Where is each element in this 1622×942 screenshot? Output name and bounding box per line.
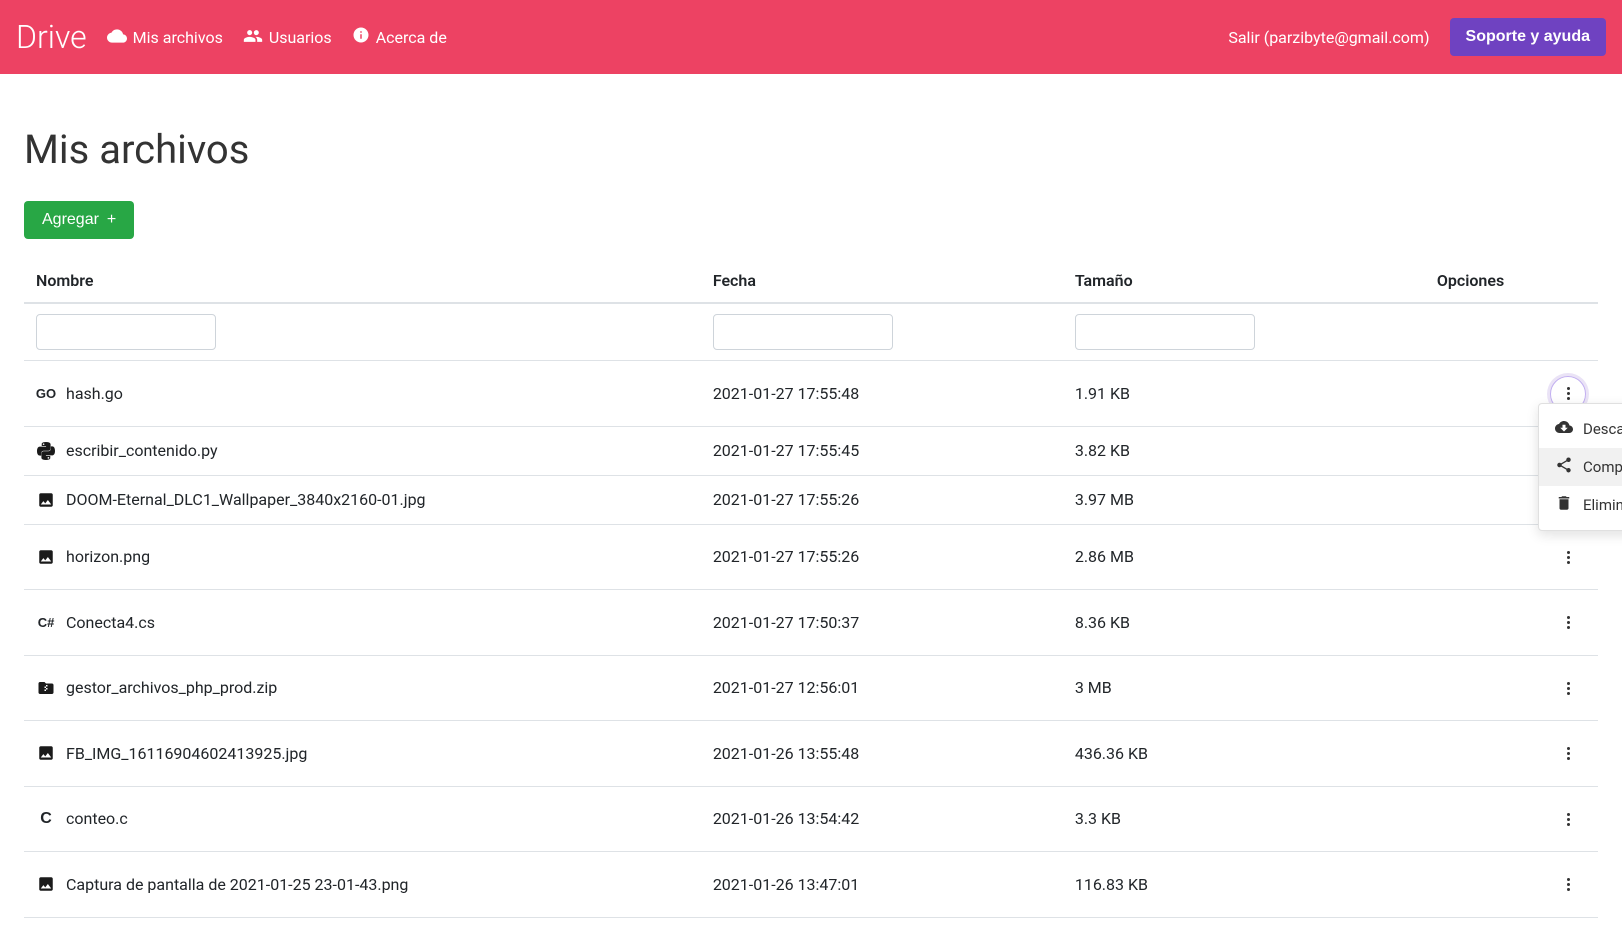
logout-email: (parzibyte@gmail.com) bbox=[1264, 28, 1430, 47]
filter-row bbox=[24, 303, 1598, 361]
dropdown-download-label: Descargar bbox=[1583, 420, 1622, 438]
page-title: Mis archivos bbox=[24, 126, 1598, 173]
nav-links: Mis archivos Usuarios Acerca de bbox=[107, 26, 1229, 48]
vertical-dots-icon bbox=[1567, 682, 1570, 695]
vertical-dots-icon bbox=[1567, 616, 1570, 629]
nav-about[interactable]: Acerca de bbox=[352, 26, 447, 48]
file-name[interactable]: hash.go bbox=[66, 384, 123, 403]
main-container: Mis archivos Agregar + Nombre Fecha Tama… bbox=[0, 74, 1622, 942]
download-icon bbox=[1555, 418, 1573, 440]
trash-icon bbox=[1555, 494, 1573, 516]
file-name[interactable]: escribir_contenido.py bbox=[66, 441, 218, 460]
table-row: escribir_contenido.py 2021-01-27 17:55:4… bbox=[24, 426, 1598, 475]
dropdown-delete-label: Eliminar bbox=[1583, 496, 1622, 514]
file-size: 2.86 MB bbox=[1063, 524, 1425, 590]
file-size: 3.82 KB bbox=[1063, 426, 1425, 475]
file-size: 116.83 KB bbox=[1063, 852, 1425, 918]
filter-size-input[interactable] bbox=[1075, 314, 1255, 350]
nav-about-label: Acerca de bbox=[376, 28, 447, 47]
vertical-dots-icon bbox=[1567, 813, 1570, 826]
table-row: C conteo.c 2021-01-26 13:54:42 3.3 KB bbox=[24, 786, 1598, 852]
nav-my-files[interactable]: Mis archivos bbox=[107, 28, 223, 47]
dropdown-download[interactable]: Descargar bbox=[1539, 410, 1622, 448]
python-icon bbox=[36, 441, 56, 461]
vertical-dots-icon bbox=[1567, 387, 1570, 400]
table-row: Captura de pantalla de 2021-01-25 23-01-… bbox=[24, 852, 1598, 918]
support-button[interactable]: Soporte y ayuda bbox=[1450, 18, 1606, 56]
file-size: 436.36 KB bbox=[1063, 721, 1425, 787]
csharp-icon: C# bbox=[36, 612, 56, 632]
column-header-name: Nombre bbox=[24, 259, 701, 303]
files-table: Nombre Fecha Tamaño Opciones GO hash.go bbox=[24, 259, 1598, 918]
table-row: C# Conecta4.cs 2021-01-27 17:50:37 8.36 … bbox=[24, 590, 1598, 656]
filter-name-input[interactable] bbox=[36, 314, 216, 350]
column-header-size: Tamaño bbox=[1063, 259, 1425, 303]
table-row: gestor_archivos_php_prod.zip 2021-01-27 … bbox=[24, 655, 1598, 721]
file-date: 2021-01-26 13:54:42 bbox=[701, 786, 1063, 852]
file-name[interactable]: Conecta4.cs bbox=[66, 613, 155, 632]
table-row: horizon.png 2021-01-27 17:55:26 2.86 MB bbox=[24, 524, 1598, 590]
image-icon bbox=[36, 874, 56, 894]
file-date: 2021-01-27 17:55:48 bbox=[701, 361, 1063, 427]
column-header-date: Fecha bbox=[701, 259, 1063, 303]
table-row: GO hash.go 2021-01-27 17:55:48 1.91 KB bbox=[24, 361, 1598, 427]
logout-prefix: Salir bbox=[1228, 28, 1259, 47]
image-icon bbox=[36, 743, 56, 763]
file-date: 2021-01-27 17:55:45 bbox=[701, 426, 1063, 475]
options-button[interactable] bbox=[1550, 736, 1586, 772]
file-name[interactable]: Captura de pantalla de 2021-01-25 23-01-… bbox=[66, 875, 408, 894]
file-size: 1.91 KB bbox=[1063, 361, 1425, 427]
nav-my-files-label: Mis archivos bbox=[133, 28, 223, 47]
file-date: 2021-01-27 17:50:37 bbox=[701, 590, 1063, 656]
image-icon bbox=[36, 490, 56, 510]
dropdown-delete[interactable]: Eliminar bbox=[1539, 486, 1622, 524]
options-button[interactable] bbox=[1550, 539, 1586, 575]
image-icon bbox=[36, 547, 56, 567]
file-size: 8.36 KB bbox=[1063, 590, 1425, 656]
options-dropdown: Descargar Compartir Elimin bbox=[1538, 403, 1622, 531]
table-row: FB_IMG_16116904602413925.jpg 2021-01-26 … bbox=[24, 721, 1598, 787]
navbar-right: Salir (parzibyte@gmail.com) Soporte y ay… bbox=[1228, 18, 1606, 56]
file-date: 2021-01-26 13:47:01 bbox=[701, 852, 1063, 918]
dropdown-share-label: Compartir bbox=[1583, 458, 1622, 476]
nav-users[interactable]: Usuarios bbox=[243, 28, 332, 47]
file-date: 2021-01-27 17:55:26 bbox=[701, 524, 1063, 590]
file-date: 2021-01-27 17:55:26 bbox=[701, 475, 1063, 524]
table-row: DOOM-Eternal_DLC1_Wallpaper_3840x2160-01… bbox=[24, 475, 1598, 524]
add-button-label: Agregar bbox=[42, 211, 99, 229]
options-button[interactable] bbox=[1550, 670, 1586, 706]
file-date: 2021-01-26 13:55:48 bbox=[701, 721, 1063, 787]
file-name[interactable]: DOOM-Eternal_DLC1_Wallpaper_3840x2160-01… bbox=[66, 490, 426, 509]
vertical-dots-icon bbox=[1567, 878, 1570, 891]
column-header-options: Opciones bbox=[1425, 259, 1598, 303]
nav-users-label: Usuarios bbox=[269, 28, 332, 47]
vertical-dots-icon bbox=[1567, 551, 1570, 564]
file-name[interactable]: horizon.png bbox=[66, 547, 150, 566]
vertical-dots-icon bbox=[1567, 747, 1570, 760]
navbar: Drive Mis archivos Usuarios Acerca de Sa… bbox=[0, 0, 1622, 74]
file-size: 3 MB bbox=[1063, 655, 1425, 721]
cloud-icon bbox=[107, 28, 127, 47]
go-icon: GO bbox=[36, 383, 56, 403]
file-date: 2021-01-27 12:56:01 bbox=[701, 655, 1063, 721]
file-name[interactable]: FB_IMG_16116904602413925.jpg bbox=[66, 744, 307, 763]
file-name[interactable]: gestor_archivos_php_prod.zip bbox=[66, 678, 277, 697]
add-button[interactable]: Agregar + bbox=[24, 201, 134, 239]
zip-icon bbox=[36, 678, 56, 698]
brand-logo[interactable]: Drive bbox=[16, 18, 87, 56]
share-icon bbox=[1555, 456, 1573, 478]
file-size: 3.3 KB bbox=[1063, 786, 1425, 852]
dropdown-share[interactable]: Compartir bbox=[1539, 448, 1622, 486]
file-name[interactable]: conteo.c bbox=[66, 809, 128, 828]
options-button[interactable] bbox=[1550, 867, 1586, 903]
file-size: 3.97 MB bbox=[1063, 475, 1425, 524]
filter-date-input[interactable] bbox=[713, 314, 893, 350]
plus-icon: + bbox=[107, 211, 116, 229]
options-button[interactable] bbox=[1550, 801, 1586, 837]
info-icon bbox=[352, 26, 370, 48]
c-icon: C bbox=[36, 809, 56, 829]
users-icon bbox=[243, 28, 263, 47]
options-button[interactable] bbox=[1550, 605, 1586, 641]
logout-link[interactable]: Salir (parzibyte@gmail.com) bbox=[1228, 28, 1429, 47]
